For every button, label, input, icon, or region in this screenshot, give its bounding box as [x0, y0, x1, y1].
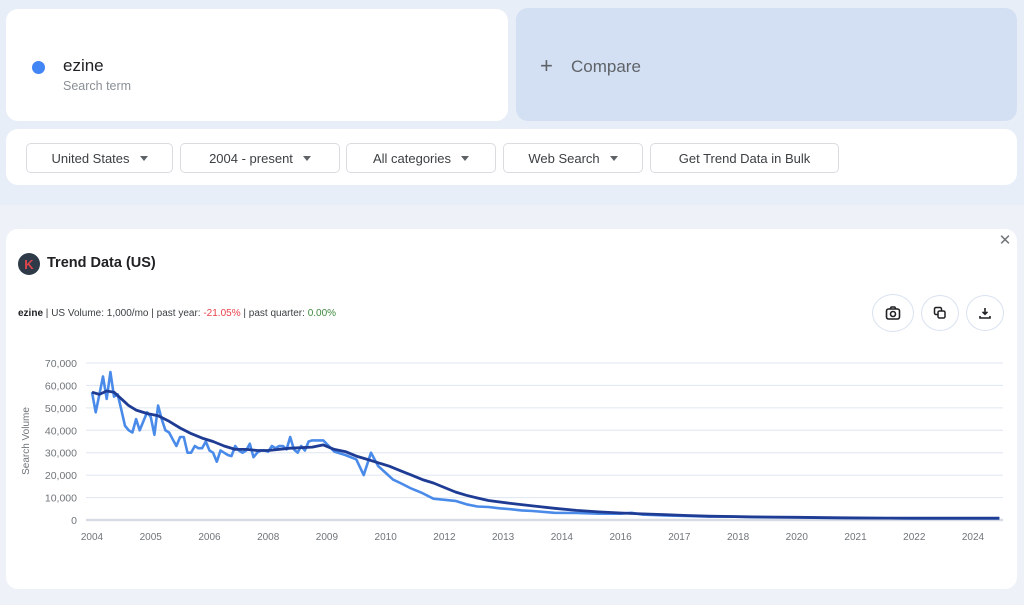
- x-tick-label: 2021: [844, 532, 867, 543]
- y-tick-label: 0: [71, 515, 77, 527]
- y-tick-label: 50,000: [45, 403, 77, 415]
- y-tick-label: 40,000: [45, 425, 77, 437]
- x-tick-label: 2024: [962, 532, 985, 543]
- y-tick-label: 20,000: [45, 470, 77, 482]
- x-tick-label: 2008: [257, 532, 280, 543]
- y-tick-label: 10,000: [45, 493, 77, 505]
- trend-chart: 0 10,000 20,000 30,000 40,000 50,000 60,000 70,…: [21, 358, 1003, 543]
- x-tick-label: 2020: [786, 532, 809, 543]
- x-tick-label: 2012: [433, 532, 456, 543]
- x-tick-label: 2016: [609, 532, 632, 543]
- x-tick-label: 2022: [903, 532, 926, 543]
- series-line-volume: [90, 370, 1000, 520]
- y-axis-label: Search Volume: [21, 407, 32, 475]
- x-tick-label: 2018: [727, 532, 750, 543]
- x-tick-label: 2005: [140, 532, 163, 543]
- x-tick-label: 2014: [551, 532, 574, 543]
- x-tick-label: 2006: [198, 532, 221, 543]
- y-tick-label: 70,000: [45, 358, 77, 370]
- x-tick-label: 2010: [375, 532, 398, 543]
- x-tick-label: 2017: [668, 532, 691, 543]
- x-tick-label: 2013: [492, 532, 515, 543]
- y-tick-label: 60,000: [45, 380, 77, 392]
- x-tick-label: 2009: [316, 532, 339, 543]
- x-tick-label: 2004: [81, 532, 104, 543]
- y-tick-label: 30,000: [45, 448, 77, 460]
